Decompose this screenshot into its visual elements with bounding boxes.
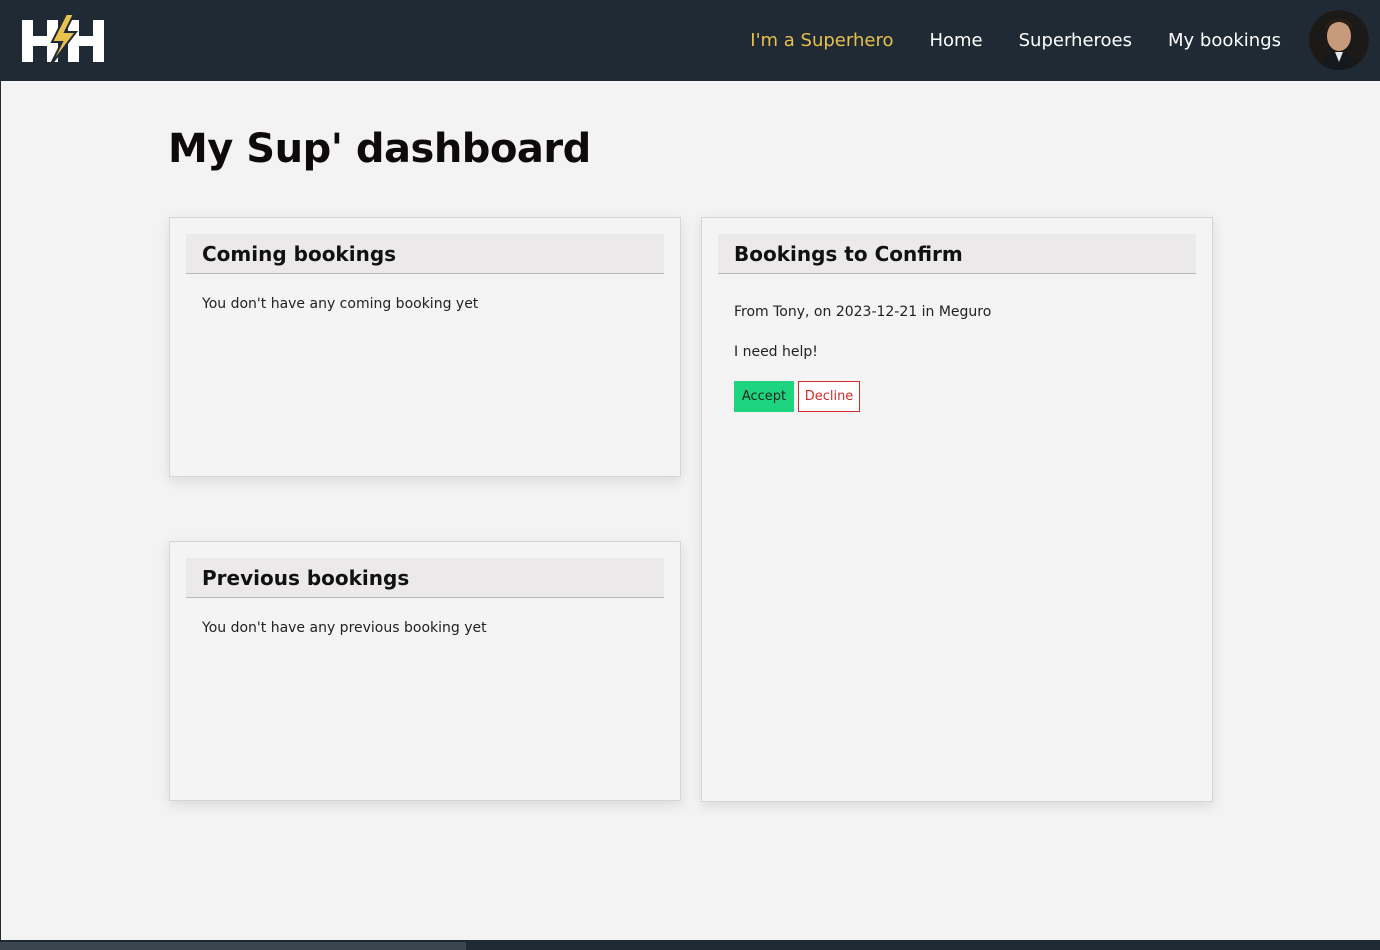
decline-button[interactable]: Decline xyxy=(798,381,860,412)
previous-bookings-card: Previous bookings You don't have any pre… xyxy=(169,541,681,801)
nav-link-my-bookings[interactable]: My bookings xyxy=(1168,30,1281,51)
coming-bookings-header: Coming bookings xyxy=(186,234,664,274)
booking-request-message: I need help! xyxy=(734,344,818,360)
previous-bookings-header: Previous bookings xyxy=(186,558,664,598)
bookings-to-confirm-title: Bookings to Confirm xyxy=(734,241,963,266)
coming-bookings-card: Coming bookings You don't have any comin… xyxy=(169,217,681,477)
brand-logo[interactable] xyxy=(22,13,104,67)
lightning-logo-icon xyxy=(22,13,104,67)
accept-button[interactable]: Accept xyxy=(734,381,794,412)
bottom-bar xyxy=(0,940,1380,950)
nav-link-home[interactable]: Home xyxy=(929,30,982,51)
bookings-to-confirm-header: Bookings to Confirm xyxy=(718,234,1196,274)
user-avatar[interactable] xyxy=(1309,10,1369,70)
page-title: My Sup' dashboard xyxy=(168,126,591,172)
previous-bookings-title: Previous bookings xyxy=(202,565,410,590)
horizontal-scrollbar[interactable] xyxy=(0,942,466,950)
booking-request-summary: From Tony, on 2023-12-21 in Meguro xyxy=(734,304,992,320)
nav-link-superheroes[interactable]: Superheroes xyxy=(1019,30,1132,51)
previous-bookings-empty-text: You don't have any previous booking yet xyxy=(202,620,487,636)
coming-bookings-empty-text: You don't have any coming booking yet xyxy=(202,296,479,312)
top-navbar: I'm a Superhero Home Superheroes My book… xyxy=(0,0,1380,81)
main-nav: I'm a Superhero Home Superheroes My book… xyxy=(714,0,1281,81)
coming-bookings-title: Coming bookings xyxy=(202,241,397,266)
nav-link-im-a-superhero[interactable]: I'm a Superhero xyxy=(750,30,893,51)
user-photo-icon xyxy=(1309,10,1369,70)
bookings-to-confirm-card: Bookings to Confirm From Tony, on 2023-1… xyxy=(701,217,1213,802)
left-window-edge xyxy=(0,81,1,941)
